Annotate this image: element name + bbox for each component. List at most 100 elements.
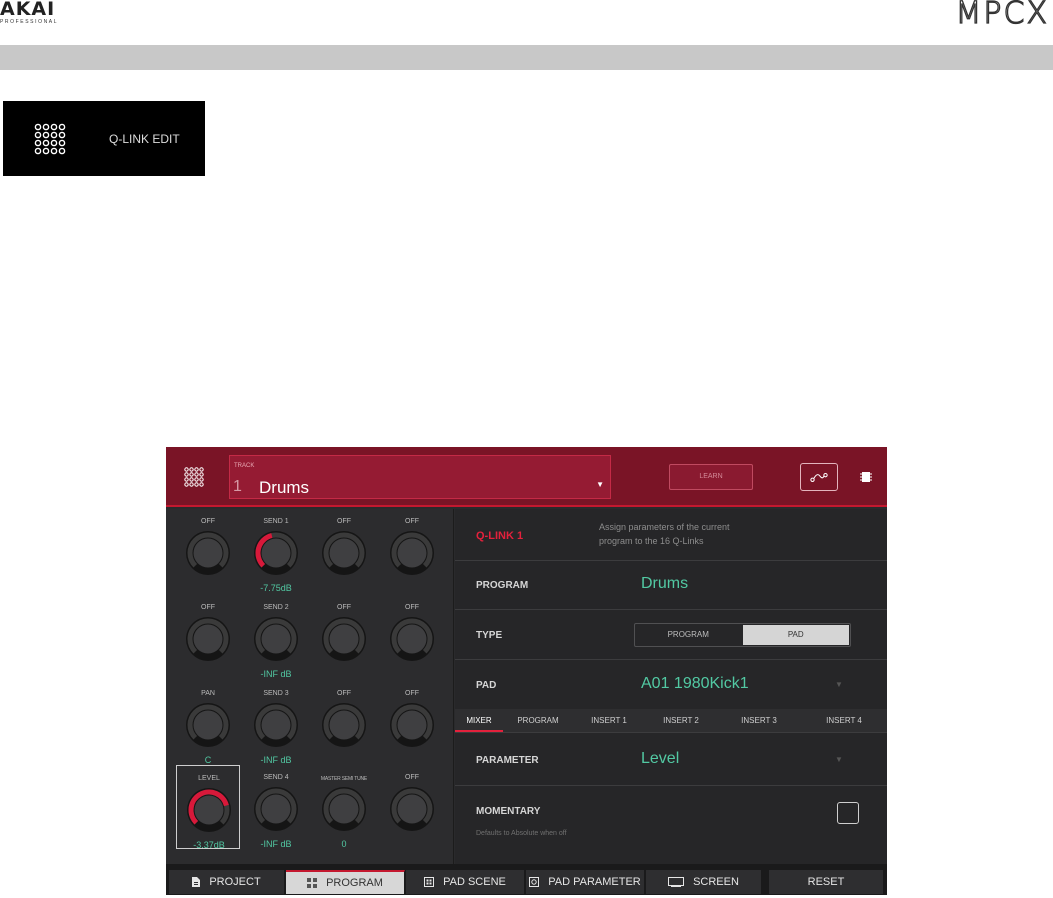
qlink-knob[interactable]: PAN C <box>176 681 240 765</box>
knob-dial[interactable] <box>388 701 436 749</box>
knob-dial[interactable] <box>320 615 368 663</box>
knob-dial[interactable] <box>320 701 368 749</box>
tab-insert-4[interactable]: INSERT 4 <box>801 709 887 732</box>
qlink-settings-panel: Q-LINK 1 Assign parameters of the curren… <box>455 509 887 864</box>
qlink-knob[interactable]: OFF <box>312 595 376 679</box>
momentary-row: MOMENTARY Defaults to Absolute when off <box>455 786 887 864</box>
section-divider-bar <box>0 45 1053 70</box>
track-selector[interactable]: TRACK 1 Drums ▼ <box>229 455 611 499</box>
pad-row[interactable]: PAD A01 1980Kick1 ▼ <box>455 660 887 710</box>
qlink-knob[interactable]: SEND 4 -INF dB <box>244 765 308 849</box>
qlink-knob-value: -7.75dB <box>260 583 292 593</box>
qlink-knob[interactable]: SEND 1 -7.75dB <box>244 509 308 593</box>
curve-icon[interactable] <box>800 463 838 491</box>
qlink-knob[interactable]: OFF <box>176 509 240 593</box>
qlink-knob[interactable]: OFF <box>312 681 376 765</box>
knob-dial[interactable] <box>252 785 300 833</box>
qlink-knob[interactable]: OFF <box>380 681 444 765</box>
tab-insert-2[interactable]: INSERT 2 <box>645 709 717 732</box>
track-name: Drums <box>259 478 310 497</box>
tab-mixer[interactable]: MIXER <box>455 709 503 732</box>
pad-label: PAD <box>476 680 497 691</box>
momentary-label: MOMENTARY <box>476 806 541 817</box>
device-screen: TRACK 1 Drums ▼ LEARN OFF SEND 1 -7.75dB OF… <box>166 447 887 895</box>
knob-dial[interactable] <box>185 786 233 834</box>
grid-icon <box>307 878 318 888</box>
knob-dial[interactable] <box>252 701 300 749</box>
qlink-knob-label: SEND 2 <box>263 604 289 611</box>
knob-dial[interactable] <box>184 701 232 749</box>
qlink-knob-grid: OFF SEND 1 -7.75dB OFF OFF OFF SEND 2 -INF dB OF… <box>166 509 454 864</box>
akai-logo: AKAI PROFESSIONAL <box>0 0 90 30</box>
parameter-label: PARAMETER <box>476 755 539 766</box>
qlink-knob-label: SEND 4 <box>263 774 289 781</box>
qlink-edit-header: Q-LINK EDIT <box>3 101 205 176</box>
tab-program[interactable]: PROGRAM <box>503 709 573 732</box>
qlink-knob[interactable]: OFF <box>380 509 444 593</box>
qlink-knob[interactable]: SEND 2 -INF dB <box>244 595 308 679</box>
track-number: 1 <box>233 478 242 495</box>
qlink-knob[interactable]: SEND 3 -INF dB <box>244 681 308 765</box>
chevron-down-icon: ▼ <box>835 755 843 764</box>
momentary-checkbox[interactable] <box>837 802 859 824</box>
type-option-program[interactable]: PROGRAM <box>635 624 742 646</box>
tab-insert-1[interactable]: INSERT 1 <box>573 709 645 732</box>
knob-dial[interactable] <box>320 785 368 833</box>
knob-dial[interactable] <box>184 529 232 577</box>
qlink-knob-label: PAN <box>201 690 215 697</box>
qlink-knob-label: OFF <box>337 604 351 611</box>
type-option-pad[interactable]: PAD <box>742 625 849 645</box>
program-label: PROGRAM <box>476 580 529 591</box>
pad-value[interactable]: A01 1980Kick1 <box>641 675 749 693</box>
parameter-value[interactable]: Level <box>641 750 679 768</box>
pad-parameter-icon <box>529 877 540 887</box>
pad-parameter-button[interactable]: PAD PARAMETER <box>526 870 645 894</box>
reset-button[interactable]: RESET <box>769 870 884 894</box>
chevron-down-icon: ▼ <box>596 480 604 489</box>
qlink-knob-label: OFF <box>405 690 419 697</box>
program-row: PROGRAM Drums <box>455 561 887 610</box>
knob-dial[interactable] <box>388 785 436 833</box>
knob-dial[interactable] <box>184 615 232 663</box>
type-label: TYPE <box>476 630 503 641</box>
chevron-down-icon: ▼ <box>835 680 843 689</box>
program-button[interactable]: PROGRAM <box>286 870 405 894</box>
knob-dial[interactable] <box>388 529 436 577</box>
document-icon <box>192 877 201 887</box>
screen-button-label: SCREEN <box>693 876 739 888</box>
knob-dial[interactable] <box>388 615 436 663</box>
knob-dial[interactable] <box>320 529 368 577</box>
qlink-knob-value: -INF dB <box>260 839 292 849</box>
qlink-knob-value: -INF dB <box>260 755 292 765</box>
screen-button[interactable]: SCREEN <box>646 870 762 894</box>
qlink-description: Assign parameters of the current program… <box>599 520 799 548</box>
knob-dial[interactable] <box>252 529 300 577</box>
qlink-knob-label: MASTER SEMI TUNE <box>320 776 368 782</box>
qlink-knob-value: -3.37dB <box>193 840 225 850</box>
qlink-title: Q-LINK 1 <box>476 530 524 542</box>
qlink-knob[interactable]: LEVEL -3.37dB <box>176 765 240 850</box>
qlink-description-line: program to the 16 Q-Links <box>599 536 704 546</box>
qlink-knob[interactable]: OFF <box>176 595 240 679</box>
mpcx-logo: MPCX <box>955 0 1049 31</box>
header-label: Q-LINK EDIT <box>109 131 180 146</box>
project-button[interactable]: PROJECT <box>169 870 285 894</box>
parameter-row[interactable]: PARAMETER Level ▼ <box>455 734 887 786</box>
pad-scene-icon <box>424 877 435 887</box>
qlink-knob-value: C <box>204 755 212 765</box>
chip-icon[interactable] <box>859 470 873 484</box>
learn-button[interactable]: LEARN <box>669 464 753 490</box>
type-toggle[interactable]: PROGRAM PAD <box>634 623 851 647</box>
qlink-knob[interactable]: OFF <box>380 595 444 679</box>
qlink-knob-value: 0 <box>341 839 347 849</box>
qlink-knob[interactable]: OFF <box>312 509 376 593</box>
momentary-description: Defaults to Absolute when off <box>476 830 567 837</box>
bottom-toolbar: PROJECT PROGRAM PAD SCENE PAD PARAMETER … <box>166 864 887 895</box>
tab-insert-3[interactable]: INSERT 3 <box>717 709 801 732</box>
knob-dial[interactable] <box>252 615 300 663</box>
grid-icon[interactable] <box>183 466 205 488</box>
qlink-knob[interactable]: OFF <box>380 765 444 849</box>
qlink-knob[interactable]: MASTER SEMI TUNE 0 <box>312 765 376 849</box>
pad-parameter-button-label: PAD PARAMETER <box>548 876 641 888</box>
pad-scene-button[interactable]: PAD SCENE <box>406 870 525 894</box>
